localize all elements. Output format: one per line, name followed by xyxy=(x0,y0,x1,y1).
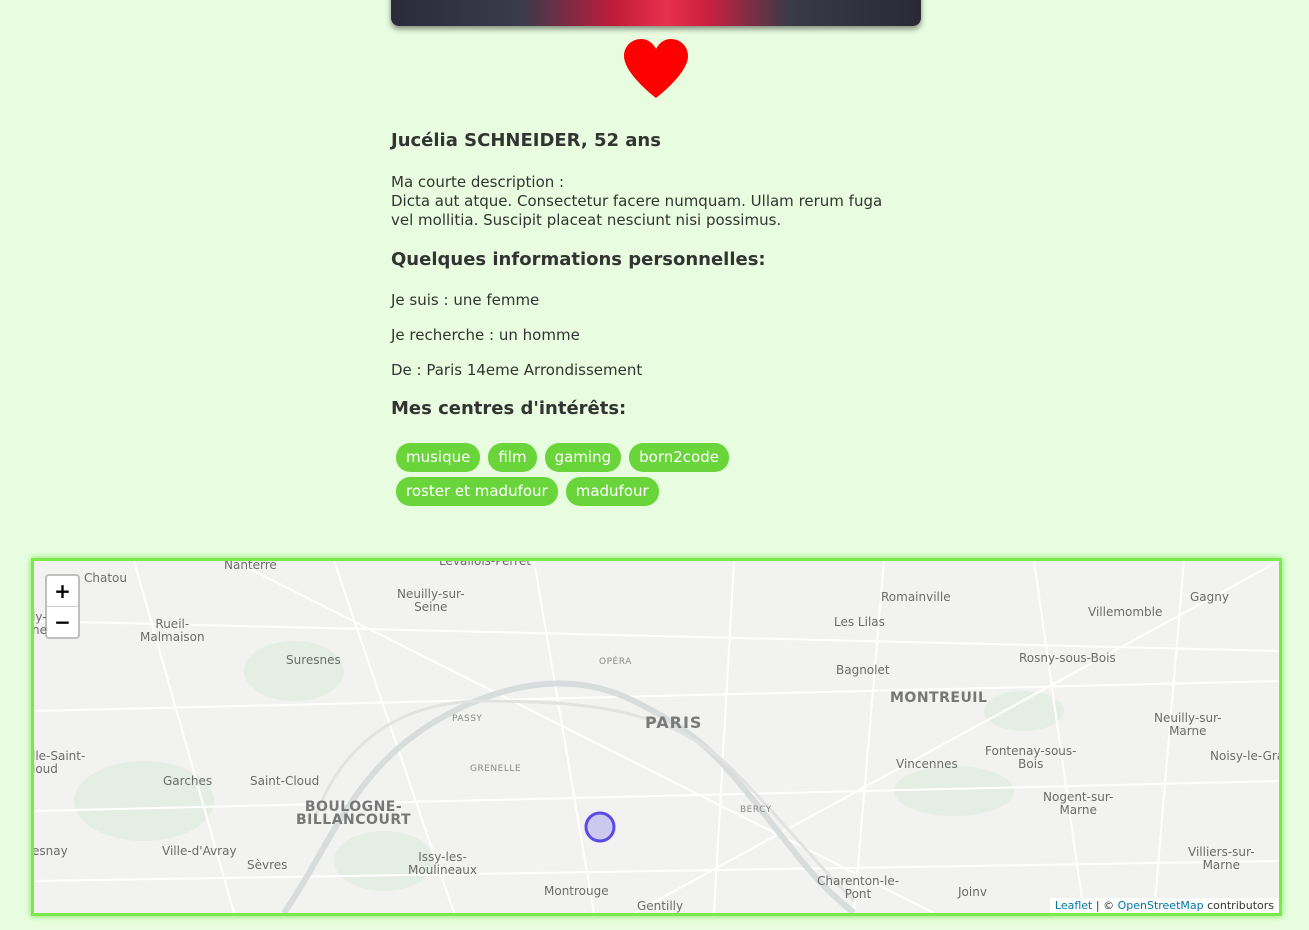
description-text: Dicta aut atque. Consectetur facere numq… xyxy=(391,192,883,229)
profile-description: Ma courte description : Dicta aut atque.… xyxy=(391,173,891,230)
map-label: GRENELLE xyxy=(470,764,522,774)
map-label: PASSY xyxy=(452,714,483,724)
map-label: Chatou xyxy=(84,571,127,585)
map-label: Saint-Cloud xyxy=(250,774,320,788)
map-label: MONTREUIL xyxy=(890,690,988,706)
zoom-control: + − xyxy=(45,574,80,639)
map-label: Suresnes xyxy=(286,653,341,667)
location-info: De : Paris 14eme Arrondissement xyxy=(391,361,643,379)
map-label: Vincennes xyxy=(896,757,958,771)
osm-link[interactable]: OpenStreetMap xyxy=(1118,899,1204,912)
map-label: lle-Saint- loud xyxy=(32,749,86,776)
map-label: Neuilly-sur- Marne xyxy=(1154,711,1222,738)
map-label: Rueil- Malmaison xyxy=(140,617,205,644)
interest-tag[interactable]: gaming xyxy=(544,443,622,472)
map-label: BOULOGNE- BILLANCOURT xyxy=(296,799,412,828)
gender-info: Je suis : une femme xyxy=(391,291,540,309)
map-label: OPÉRA xyxy=(599,657,632,667)
info-heading: Quelques informations personnelles: xyxy=(391,249,766,270)
map-label: Montrouge xyxy=(544,884,609,898)
map-attribution: Leaflet | © OpenStreetMap contributors xyxy=(1049,898,1279,913)
map-label: PARIS xyxy=(645,713,703,732)
description-label: Ma courte description : xyxy=(391,173,565,191)
interest-tag[interactable]: born2code xyxy=(629,443,729,472)
map-label: Gentilly xyxy=(637,899,684,913)
interest-tag[interactable]: film xyxy=(488,443,537,472)
attribution-separator: | © xyxy=(1092,899,1118,912)
location-marker[interactable] xyxy=(584,811,616,843)
interest-tag[interactable]: madufour xyxy=(565,477,659,506)
interests-heading: Mes centres d'intérêts: xyxy=(391,398,627,419)
interest-tag[interactable]: roster et madufour xyxy=(396,477,558,506)
map-label: Ville-d'Avray xyxy=(162,844,237,858)
map-label: Levallois-Perret xyxy=(439,558,531,568)
map-label: Issy-les- Moulineaux xyxy=(408,850,478,877)
map-label: Garches xyxy=(163,774,213,788)
map-label: Neuilly-sur- Seine xyxy=(397,587,465,614)
map-label: Rosny-sous-Bois xyxy=(1019,651,1116,665)
map-label: Bagnolet xyxy=(836,663,890,677)
zoom-out-button[interactable]: − xyxy=(47,607,78,637)
map-label: Fontenay-sous- Bois xyxy=(985,744,1077,771)
leaflet-link[interactable]: Leaflet xyxy=(1055,899,1092,912)
heart-icon[interactable] xyxy=(622,38,690,100)
map-label: Charenton-le- Pont xyxy=(817,874,900,901)
map-label: Noisy-le-Gra xyxy=(1210,749,1282,763)
map-label: Nanterre xyxy=(224,558,277,572)
looking-for-info: Je recherche : un homme xyxy=(391,326,580,344)
profile-name: Jucélia SCHNEIDER, 52 ans xyxy=(391,130,661,151)
map-label: Sèvres xyxy=(247,858,288,872)
location-map[interactable]: + − Nanterre Levallois-Perret Chatou Neu… xyxy=(31,558,1282,916)
map-label: Gagny xyxy=(1190,590,1229,604)
map-label: Villiers-sur- Marne xyxy=(1188,845,1255,872)
map-label: ly- ne xyxy=(32,610,47,637)
interest-tags: musique film gaming born2code roster et madu… xyxy=(391,443,891,511)
map-label: BERCY xyxy=(740,805,772,815)
zoom-in-button[interactable]: + xyxy=(47,576,78,607)
interest-tag[interactable]: musique xyxy=(396,443,481,472)
map-label: Joinv xyxy=(958,885,987,899)
attribution-suffix: contributors xyxy=(1203,899,1274,912)
map-label: Les Lilas xyxy=(834,615,885,629)
map-label: Villemomble xyxy=(1088,605,1163,619)
profile-photo xyxy=(391,0,921,26)
map-label: Nogent-sur- Marne xyxy=(1043,790,1114,817)
map-label: Romainville xyxy=(881,590,951,604)
map-label: esnay xyxy=(32,844,68,858)
